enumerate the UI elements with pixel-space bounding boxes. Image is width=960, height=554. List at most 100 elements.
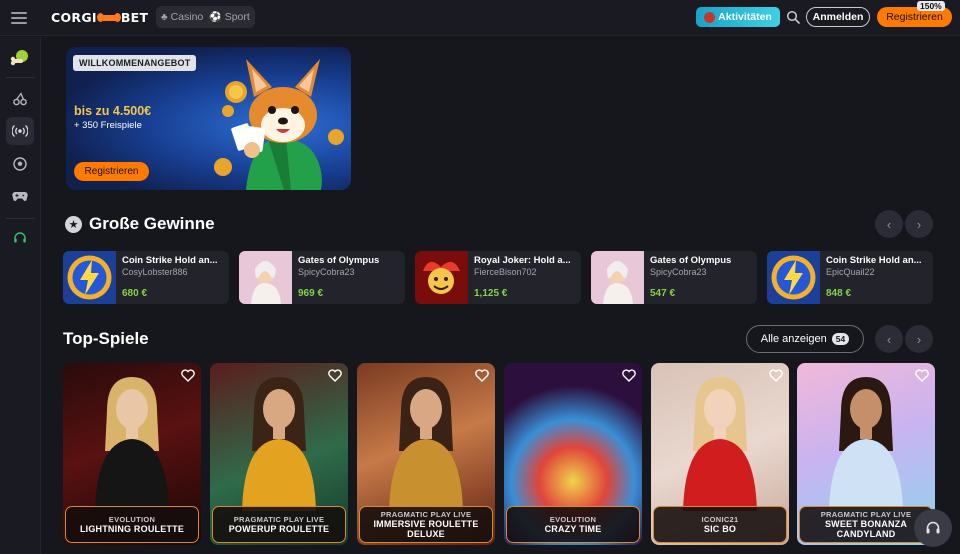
bonus-bone-icon[interactable] [6,44,34,72]
game-tile[interactable]: EVOLUTION CRAZY TIME [504,363,642,545]
game-name: LIGHTNING ROULETTE [79,524,185,534]
game-host-illustration [528,371,618,511]
chevron-left-icon: ‹ [886,331,892,347]
game-thumbnail [415,251,468,304]
favorite-heart-icon[interactable] [622,369,636,382]
logo-text-right: BET [120,10,149,25]
favorite-heart-icon[interactable] [915,369,929,382]
game-label: ICONIC21 SIC BO [653,506,787,543]
promo-free-spins: + 350 Freispiele [74,120,142,131]
top-games-next-button[interactable]: › [905,325,933,353]
game-host-illustration [683,377,757,511]
casino-cherry-icon[interactable] [6,85,34,113]
big-win-card[interactable]: Coin Strike Hold an... EpicQuail22 848 € [767,251,933,304]
game-label: PRAGMATIC PLAY LIVE POWERUP ROULETTE [212,506,346,543]
sport-soccer-icon[interactable] [6,150,34,178]
logo[interactable]: CORGI BET [51,10,148,25]
game-provider: PRAGMATIC PLAY LIVE [380,510,472,519]
win-game-name: Royal Joker: Hold a... [474,255,571,266]
win-user-name: SpicyCobra23 [650,267,707,277]
game-host-illustration [95,377,169,511]
win-user-name: EpicQuail22 [826,267,875,277]
game-name: SWEET BONANZA CANDYLAND [824,519,908,539]
big-win-card[interactable]: Coin Strike Hold an... CosyLobster886 680 … [63,251,229,304]
favorite-heart-icon[interactable] [475,369,489,382]
nav-sport[interactable]: ⚽ Sport [209,11,250,23]
star-icon: ★ [65,216,82,233]
win-user-name: CosyLobster886 [122,267,188,277]
game-provider: PRAGMATIC PLAY LIVE [233,515,325,524]
game-tile[interactable]: EVOLUTION LIGHTNING ROULETTE [63,363,201,545]
welcome-promo-banner[interactable]: WILLKOMMENANGEBOT bis zu 4.500€ + 350 Fr… [66,47,351,190]
big-wins-title: Große Gewinne [89,214,215,233]
win-game-name: Gates of Olympus [298,255,380,266]
menu-icon[interactable] [11,12,27,24]
live-broadcast-icon[interactable] [6,117,34,145]
support-headset-icon[interactable] [6,224,34,252]
zoom-level-badge: 150% [917,1,945,11]
search-icon[interactable] [786,10,800,24]
win-user-name: FierceBison702 [474,267,537,277]
promo-register-button[interactable]: Registrieren [74,162,149,181]
bone-icon [96,13,121,22]
big-win-card[interactable]: Gates of Olympus SpicyCobra23 969 € [239,251,405,304]
nav-casino-label: Casino [170,11,204,23]
logo-text-left: CORGI [51,10,97,25]
game-label: EVOLUTION LIGHTNING ROULETTE [65,506,199,543]
win-amount: 1,125 € [474,288,508,299]
show-all-label: Alle anzeigen [760,333,827,345]
big-win-card[interactable]: Royal Joker: Hold a... FierceBison702 1,12… [415,251,581,304]
chevron-right-icon: › [916,216,922,232]
game-name: CRAZY TIME [544,524,602,534]
game-label: EVOLUTION CRAZY TIME [506,506,640,543]
win-game-name: Gates of Olympus [650,255,732,266]
favorite-heart-icon[interactable] [328,369,342,382]
game-tile[interactable]: ICONIC21 SIC BO [651,363,789,545]
corgi-mascot-illustration [214,59,344,190]
big-wins-prev-button[interactable]: ‹ [875,210,903,238]
ball-icon [704,11,716,23]
nav-casino[interactable]: ♣ Casino [161,11,203,23]
headset-icon [926,521,940,534]
game-name: IMMERSIVE ROULETTE DELUXE [373,519,479,539]
game-tile[interactable]: PRAGMATIC PLAY LIVE SWEET BONANZA CANDYLA… [797,363,935,545]
favorite-heart-icon[interactable] [769,369,783,382]
game-provider: ICONIC21 [701,515,739,524]
win-amount: 848 € [826,288,852,299]
show-all-button[interactable]: Alle anzeigen 54 [746,325,864,353]
game-label: PRAGMATIC PLAY LIVE SWEET BONANZA CANDYLA… [799,506,933,543]
esports-gamepad-icon[interactable] [6,182,34,210]
big-win-card[interactable]: Gates of Olympus SpicyCobra23 547 € [591,251,757,304]
activities-button[interactable]: Aktivitäten [696,7,780,27]
sidebar-divider [6,218,35,219]
win-amount: 680 € [122,288,148,299]
win-game-name: Coin Strike Hold an... [122,255,218,266]
promo-amount: bis zu 4.500€ [74,104,152,118]
big-wins-next-button[interactable]: › [905,210,933,238]
login-button[interactable]: Anmelden [806,7,870,27]
win-amount: 547 € [650,288,676,299]
favorite-heart-icon[interactable] [181,369,195,382]
game-provider: EVOLUTION [549,515,597,524]
sidebar-divider [6,77,35,78]
win-game-name: Coin Strike Hold an... [826,255,922,266]
win-user-name: SpicyCobra23 [298,267,355,277]
game-thumbnail [239,251,292,304]
game-provider: PRAGMATIC PLAY LIVE [820,510,912,519]
game-name: POWERUP ROULETTE [228,524,330,534]
activities-label: Aktivitäten [718,11,772,23]
game-host-illustration [242,377,316,511]
game-thumbnail [591,251,644,304]
game-tile[interactable]: PRAGMATIC PLAY LIVE IMMERSIVE ROULETTE DE… [357,363,495,545]
top-games-prev-button[interactable]: ‹ [875,325,903,353]
top-games-title: Top-Spiele [63,329,149,348]
nav-sport-label: Sport [224,11,250,23]
win-amount: 969 € [298,288,324,299]
game-host-illustration [389,377,463,511]
cherry-icon: ♣ [161,11,168,23]
game-host-illustration [829,377,903,511]
live-support-button[interactable] [914,509,952,547]
game-label: PRAGMATIC PLAY LIVE IMMERSIVE ROULETTE DE… [359,506,493,543]
game-tile[interactable]: PRAGMATIC PLAY LIVE POWERUP ROULETTE [210,363,348,545]
game-thumbnail [767,251,820,304]
